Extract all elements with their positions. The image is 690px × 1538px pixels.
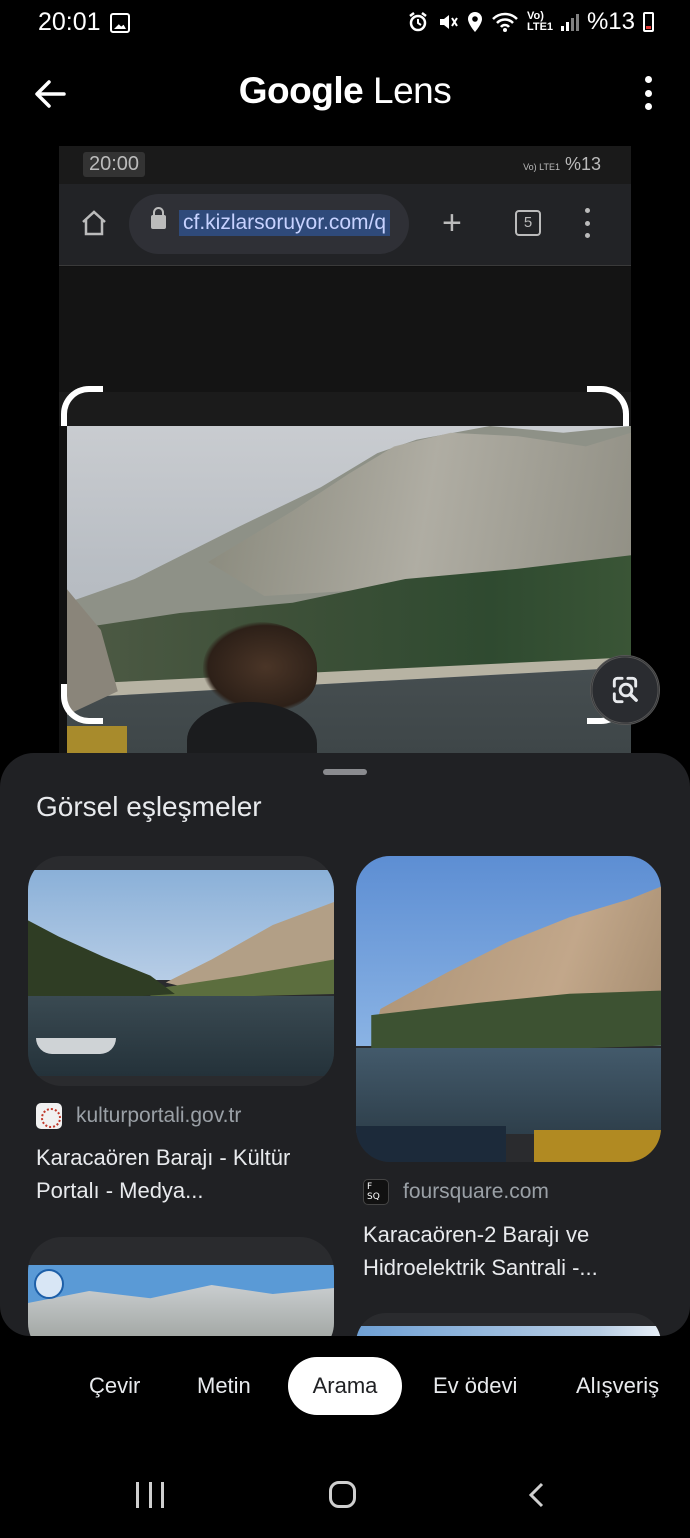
home-icon — [82, 210, 106, 236]
plus-icon: + — [442, 204, 462, 242]
app-bar: Google Lens — [0, 60, 690, 126]
page-title: Google Lens — [0, 70, 690, 112]
person-head — [203, 622, 317, 712]
captured-status-icons: Vo) LTE1 %13 — [523, 154, 601, 175]
gallery-icon — [110, 13, 130, 33]
captured-status-bar: 20:00 Vo) LTE1 %13 — [59, 146, 631, 184]
lock-icon — [151, 207, 166, 229]
lens-search-icon[interactable] — [590, 655, 660, 725]
captured-more-icon — [583, 208, 591, 238]
result-source-label: kulturportali.gov.tr — [76, 1104, 242, 1127]
landscape-photo — [67, 426, 631, 766]
result-image-4[interactable] — [356, 1313, 661, 1336]
result-source-2[interactable]: F SQ foursquare.com — [363, 1179, 549, 1205]
result-title-1[interactable]: Karacaören Barajı - Kültür Portalı - Med… — [36, 1141, 326, 1207]
result-title-2[interactable]: Karacaören-2 Barajı ve Hidroelektrik San… — [363, 1218, 653, 1284]
results-sheet[interactable]: Görsel eşleşmeler kulturportali.gov.tr K… — [0, 753, 690, 1336]
system-nav-bar — [0, 1460, 690, 1530]
title-brand: Google — [238, 70, 364, 111]
tab-text[interactable]: Metin — [197, 1357, 251, 1415]
result-source-1[interactable]: kulturportali.gov.tr — [36, 1103, 241, 1129]
captured-time: 20:00 — [83, 152, 146, 177]
alarm-icon — [409, 12, 427, 32]
captured-empty-area — [59, 267, 631, 392]
battery-percent: %13 — [586, 8, 635, 35]
drag-handle[interactable] — [323, 769, 367, 775]
tab-count-icon: 5 — [515, 210, 541, 236]
tab-search[interactable]: Arama — [288, 1357, 402, 1415]
battery-icon — [643, 12, 654, 32]
network-label: Vo) LTE1 — [526, 10, 554, 33]
more-vert-icon[interactable] — [642, 76, 654, 110]
kulturportali-favicon-icon — [36, 1103, 62, 1129]
captured-screenshot[interactable]: 20:00 Vo) LTE1 %13 cf.kizlarsoruyor.com/… — [59, 146, 631, 766]
recents-icon[interactable] — [136, 1482, 164, 1508]
captured-network: Vo) LTE1 — [523, 162, 560, 172]
captured-url-bar: cf.kizlarsoruyor.com/q — [129, 194, 409, 254]
result-source-label: foursquare.com — [403, 1180, 549, 1203]
status-time: 20:01 — [38, 8, 101, 36]
tab-translate[interactable]: Çevir — [89, 1357, 140, 1415]
result-image-1[interactable] — [28, 856, 334, 1086]
status-bar: 20:01 Vo) LTE1 %13 — [0, 0, 690, 48]
back-nav-icon[interactable] — [528, 1482, 544, 1508]
wifi-icon — [492, 12, 518, 32]
status-icons: Vo) LTE1 %13 — [407, 8, 654, 36]
captured-browser-toolbar: cf.kizlarsoruyor.com/q + 5 — [59, 184, 631, 266]
captured-battery: %13 — [564, 154, 601, 174]
foursquare-favicon-icon: F SQ — [363, 1179, 389, 1205]
mode-tabs: Çevir Metin Arama Ev ödevi Alışveriş — [0, 1357, 690, 1417]
home-nav-icon[interactable] — [329, 1481, 356, 1508]
signal-icon — [560, 13, 579, 31]
tab-homework[interactable]: Ev ödevi — [433, 1357, 517, 1415]
captured-band — [59, 392, 631, 426]
result-image-2[interactable] — [356, 856, 661, 1162]
location-icon — [467, 12, 482, 32]
tab-shopping[interactable]: Alışveriş — [576, 1357, 659, 1415]
title-product: Lens — [373, 70, 452, 111]
result-image-3[interactable] — [28, 1237, 334, 1336]
mute-icon — [439, 15, 458, 29]
captured-url: cf.kizlarsoruyor.com/q — [179, 210, 391, 236]
results-title: Görsel eşleşmeler — [36, 791, 262, 822]
